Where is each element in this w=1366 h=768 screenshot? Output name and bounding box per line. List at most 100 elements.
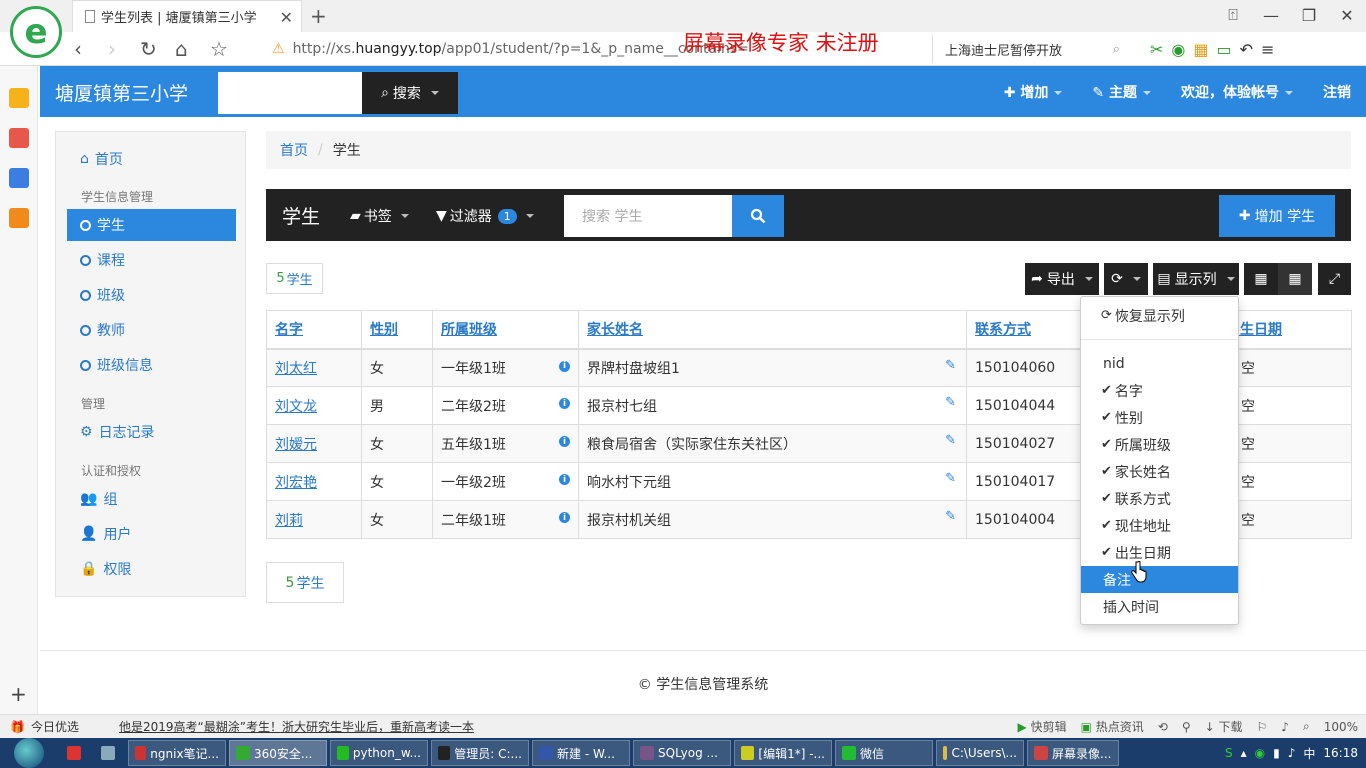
apps-icon[interactable]: ▦ [1193,40,1208,59]
info-icon[interactable]: i [559,398,570,409]
column-option-address[interactable]: ✔ 现住地址 [1081,512,1238,539]
breadcrumb-home[interactable]: 首页 [280,140,308,160]
network-icon[interactable]: ▮ [1273,746,1280,760]
search-icon[interactable]: ⌕ [1113,42,1120,57]
ime-icon[interactable]: 中 [1303,745,1315,762]
sidebar-item-courses[interactable]: 课程 [67,244,236,276]
battery-icon[interactable]: ▭ [1217,40,1232,59]
taskbar-pinned-app[interactable] [64,740,84,766]
sidebar-item-permissions[interactable]: 🔒 权限 [67,553,236,585]
column-option-nid[interactable]: nid [1081,350,1238,377]
close-window-icon[interactable]: ✕ [1328,0,1366,30]
column-option-parent[interactable]: ✔ 家长姓名 [1081,458,1238,485]
refresh-button[interactable]: ⟳ [1104,263,1148,295]
tab-close-icon[interactable]: ✕ [280,8,293,27]
start-button[interactable] [14,738,44,768]
taskbar-task[interactable]: 管理员: C:... [431,740,529,766]
student-search-input[interactable]: 搜索 学生 [564,195,732,237]
today-picks[interactable]: 🎁 今日优选 [10,718,79,735]
taskbar-pinned-app[interactable] [98,740,118,766]
hot-news[interactable]: ▣ 热点资讯 [1081,718,1144,735]
column-option-phone[interactable]: ✔ 联系方式 [1081,485,1238,512]
filter-menu[interactable]: ▼ 过滤器 1 [436,206,534,226]
nav-search-input[interactable] [218,72,362,114]
edit-icon[interactable]: ✎ [945,471,956,486]
column-option-insert-time[interactable]: 插入时间 [1081,593,1238,620]
edit-icon[interactable]: ✎ [945,433,956,448]
taskbar-task[interactable]: 微信 [835,740,933,766]
info-icon[interactable]: i [559,474,570,485]
col-gender[interactable]: 性别 [361,310,433,350]
minimize-icon[interactable]: — [1252,0,1290,30]
book-icon[interactable] [9,208,29,228]
nav-logout[interactable]: 注销 [1323,82,1351,102]
taskbar-task[interactable]: 新建 - W... [532,740,630,766]
col-class[interactable]: 所属班级 [432,310,579,350]
column-option-class[interactable]: ✔ 所属班级 [1081,431,1238,458]
taskbar-task[interactable]: ngnix笔记... [128,740,226,766]
nav-theme-menu[interactable]: ✎ 主题 [1092,82,1151,102]
quick-edit[interactable]: ▶ 快剪辑 [1018,718,1067,735]
taskbar-task[interactable]: 屏幕录像... [1027,740,1119,766]
wechat-icon[interactable]: ◉ [1255,746,1265,760]
nav-user-menu[interactable]: 欢迎，体验帐号 [1181,82,1293,102]
sidebar-item-class-info[interactable]: 班级信息 [67,349,236,381]
reload-icon[interactable]: ↻ [140,37,157,61]
browser-search-field[interactable]: 上海迪士尼暂停开放 ⌕ [932,35,1128,63]
forward-icon[interactable]: › [108,37,116,61]
speaker-icon[interactable]: ♪ [1281,720,1289,734]
column-option-name[interactable]: ✔ 名字 [1081,377,1238,404]
nav-add-menu[interactable]: ✚ 增加 [1004,82,1063,102]
taskbar-task[interactable]: SQLyog ... [633,740,731,766]
edit-icon[interactable]: ✎ [945,358,956,373]
volume-icon[interactable]: ♪ [1288,746,1296,760]
taskbar-task[interactable]: 360安全... [229,740,327,766]
student-search-button[interactable] [732,195,784,237]
pin-icon[interactable]: ⚲ [1182,720,1191,734]
restore-icon[interactable]: ❐ [1290,0,1328,30]
info-icon[interactable]: i [559,512,570,523]
add-panel-icon[interactable]: + [10,682,27,706]
column-option-gender[interactable]: ✔ 性别 [1081,404,1238,431]
fullscreen-button[interactable]: ⤢ [1318,263,1351,295]
student-link[interactable]: 刘嫒元 [275,437,317,453]
flag-icon[interactable]: ⚐ [1257,720,1268,734]
taskbar-task[interactable]: [编辑1*] -... [734,740,832,766]
restore-columns-item[interactable]: ⟳ 恢复显示列 [1081,302,1238,329]
export-button[interactable]: ➦ 导出 [1025,263,1099,295]
sidebar-item-users[interactable]: 👤 用户 [67,518,236,550]
student-link[interactable]: 刘太红 [275,361,317,377]
brand-title[interactable]: 塘厦镇第三小学 [55,79,188,106]
bookmarks-menu[interactable]: ▰ 书签 [350,206,409,226]
s-icon[interactable]: S [1225,746,1233,760]
new-tab-icon[interactable]: + [310,4,327,28]
student-link[interactable]: 刘莉 [275,513,303,529]
sidebar-item-log[interactable]: ⚙ 日志记录 [67,416,236,448]
home-icon[interactable]: ⌂ [175,37,188,61]
favorites-icon[interactable] [9,88,29,108]
sidebar-item-teachers[interactable]: 教师 [67,314,236,346]
news-ticker[interactable]: 他是2019高考“最糊涂”考生！浙大研究生毕业后，重新高考读一本 [119,718,474,735]
zoom-icon[interactable]: ⌕ [1303,719,1310,734]
shirt-icon[interactable]: ⍐ [1214,0,1252,30]
sidebar-item-home[interactable]: ⌂ 首页 [67,143,236,175]
student-link[interactable]: 刘文龙 [275,399,317,415]
scissors-icon[interactable]: ✂ [1150,40,1163,59]
column-option-remark[interactable]: 备注 [1081,566,1238,593]
translate-icon[interactable]: ◉ [1171,40,1185,59]
zoom-level[interactable]: 100% [1324,720,1358,734]
column-option-birth[interactable]: ✔ 出生日期 [1081,539,1238,566]
nav-search-button[interactable]: ⌕ 搜索 [362,72,458,114]
taskbar-task[interactable]: python_w... [330,740,428,766]
col-parent[interactable]: 家长姓名 [578,310,967,350]
chevron-up-icon[interactable]: ▴ [1241,746,1247,760]
browser-tab[interactable]: 学生列表 | 塘厦镇第三小学 ✕ [72,0,302,32]
sidebar-item-classes[interactable]: 班级 [67,279,236,311]
show-columns-button[interactable]: ▤ 显示列 [1153,263,1239,295]
browser-logo[interactable]: e [10,6,62,58]
doc-icon[interactable] [9,168,29,188]
edit-icon[interactable]: ✎ [945,509,956,524]
add-student-button[interactable]: ✚ 增加 学生 [1219,195,1335,237]
sidebar-item-students[interactable]: 学生 [67,209,236,241]
large-grid-view-button[interactable]: ▦ [1244,263,1278,295]
